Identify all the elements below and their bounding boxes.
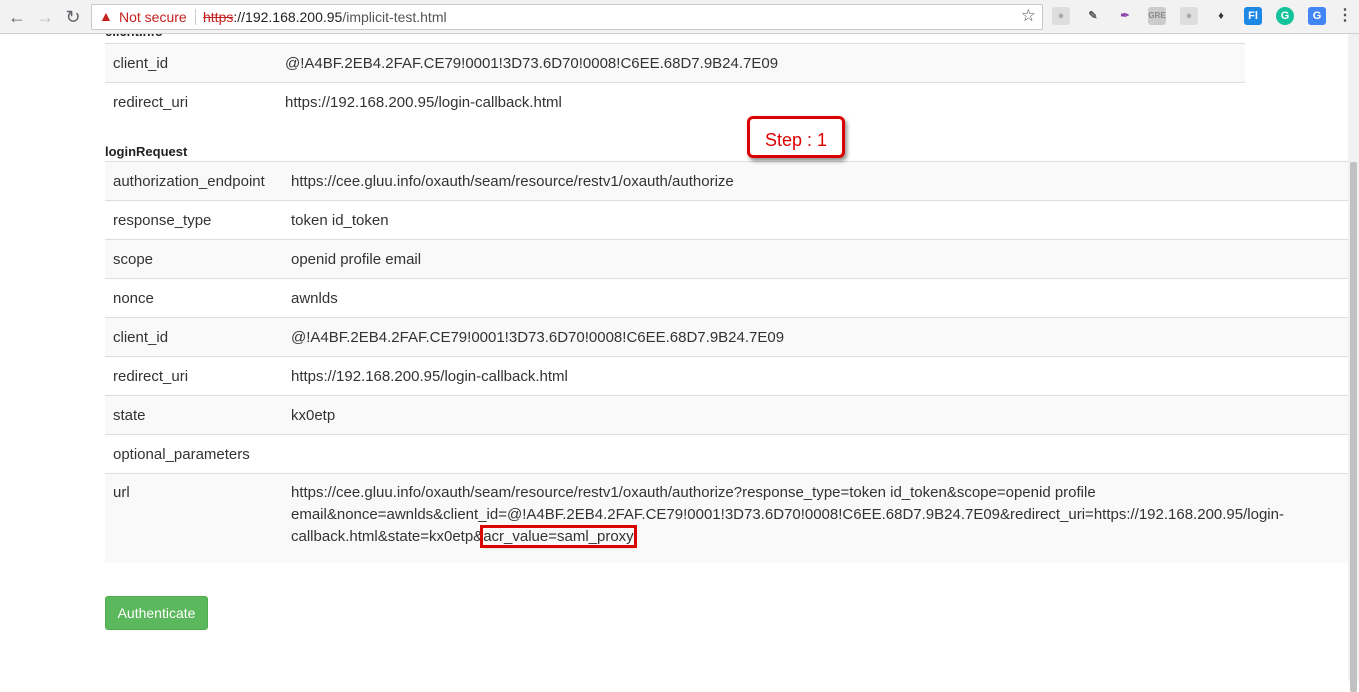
row-value: awnlds	[283, 278, 1348, 318]
forward-icon[interactable]: →	[34, 6, 56, 28]
row-key: redirect_uri	[105, 82, 277, 121]
table-row: authorization_endpoint https://cee.gluu.…	[105, 161, 1348, 201]
extension-icon[interactable]: ●	[1180, 7, 1198, 25]
url-text[interactable]: https://192.168.200.95/implicit-test.htm…	[203, 9, 447, 25]
grammarly-icon[interactable]: G	[1276, 7, 1294, 25]
row-key: url	[105, 473, 283, 563]
divider	[195, 9, 196, 25]
table-row: redirect_uri https://192.168.200.95/logi…	[105, 82, 1245, 121]
menu-icon[interactable]: ⋮	[1336, 7, 1354, 25]
page-content: clientInfo client_id @!A4BF.2EB4.2FAF.CE…	[0, 34, 1348, 681]
url-text: https://cee.gluu.info/oxauth/seam/resour…	[291, 484, 1284, 545]
row-key: client_id	[105, 317, 283, 357]
authenticate-button[interactable]: Authenticate	[105, 596, 208, 630]
table-row: redirect_uri https://192.168.200.95/logi…	[105, 356, 1348, 396]
warning-icon: ▲	[99, 8, 113, 24]
login-request-heading: loginRequest	[105, 144, 188, 159]
browser-toolbar: ← → ↻ ▲ Not secure https://192.168.200.9…	[0, 0, 1359, 34]
scrollbar-thumb[interactable]	[1350, 162, 1357, 692]
row-key: state	[105, 395, 283, 435]
row-value	[283, 434, 1348, 474]
acr-value-highlight: acr_value=saml_proxy	[480, 525, 637, 548]
row-value: token id_token	[283, 200, 1348, 240]
back-icon[interactable]: ←	[6, 6, 28, 28]
step-callout: Step : 1	[747, 116, 845, 158]
row-key: client_id	[105, 43, 277, 83]
address-bar[interactable]: ▲ Not secure https://192.168.200.95/impl…	[91, 4, 1043, 30]
row-value: @!A4BF.2EB4.2FAF.CE79!0001!3D73.6D70!000…	[283, 317, 1348, 357]
table-row: url https://cee.gluu.info/oxauth/seam/re…	[105, 473, 1348, 563]
evernote-icon[interactable]: ♦	[1212, 7, 1230, 25]
gre-icon[interactable]: GRE	[1148, 7, 1166, 25]
row-key: redirect_uri	[105, 356, 283, 396]
bookmark-star-icon[interactable]: ☆	[1021, 6, 1036, 26]
table-row: client_id @!A4BF.2EB4.2FAF.CE79!0001!3D7…	[105, 43, 1245, 83]
table-row: client_id @!A4BF.2EB4.2FAF.CE79!0001!3D7…	[105, 317, 1348, 357]
table-row: response_type token id_token	[105, 200, 1348, 240]
table-row: optional_parameters	[105, 434, 1348, 474]
row-key: optional_parameters	[105, 434, 283, 474]
row-key: authorization_endpoint	[105, 161, 283, 201]
eyedropper-icon[interactable]: ✎	[1084, 7, 1102, 25]
client-info-table: client_id @!A4BF.2EB4.2FAF.CE79!0001!3D7…	[105, 43, 1245, 121]
security-label[interactable]: Not secure	[119, 9, 187, 25]
row-value: kx0etp	[283, 395, 1348, 435]
url-value: https://cee.gluu.info/oxauth/seam/resour…	[283, 473, 1348, 563]
scrollbar[interactable]	[1348, 34, 1359, 692]
row-key: response_type	[105, 200, 283, 240]
extension-icon[interactable]: ●	[1052, 7, 1070, 25]
login-request-table: authorization_endpoint https://cee.gluu.…	[105, 161, 1348, 563]
fi-icon[interactable]: Fl	[1244, 7, 1262, 25]
row-value: https://192.168.200.95/login-callback.ht…	[283, 356, 1348, 396]
translate-icon[interactable]: G	[1308, 7, 1326, 25]
row-value: @!A4BF.2EB4.2FAF.CE79!0001!3D73.6D70!000…	[277, 43, 1245, 83]
row-key: nonce	[105, 278, 283, 318]
clientinfo-heading: clientInfo	[105, 34, 163, 39]
row-key: scope	[105, 239, 283, 279]
row-value: https://cee.gluu.info/oxauth/seam/resour…	[283, 161, 1348, 201]
table-row: state kx0etp	[105, 395, 1348, 435]
reload-icon[interactable]: ↻	[62, 6, 84, 28]
table-row: nonce awnlds	[105, 278, 1348, 318]
table-row: scope openid profile email	[105, 239, 1348, 279]
feather-icon[interactable]: ✒	[1116, 7, 1134, 25]
row-value: openid profile email	[283, 239, 1348, 279]
